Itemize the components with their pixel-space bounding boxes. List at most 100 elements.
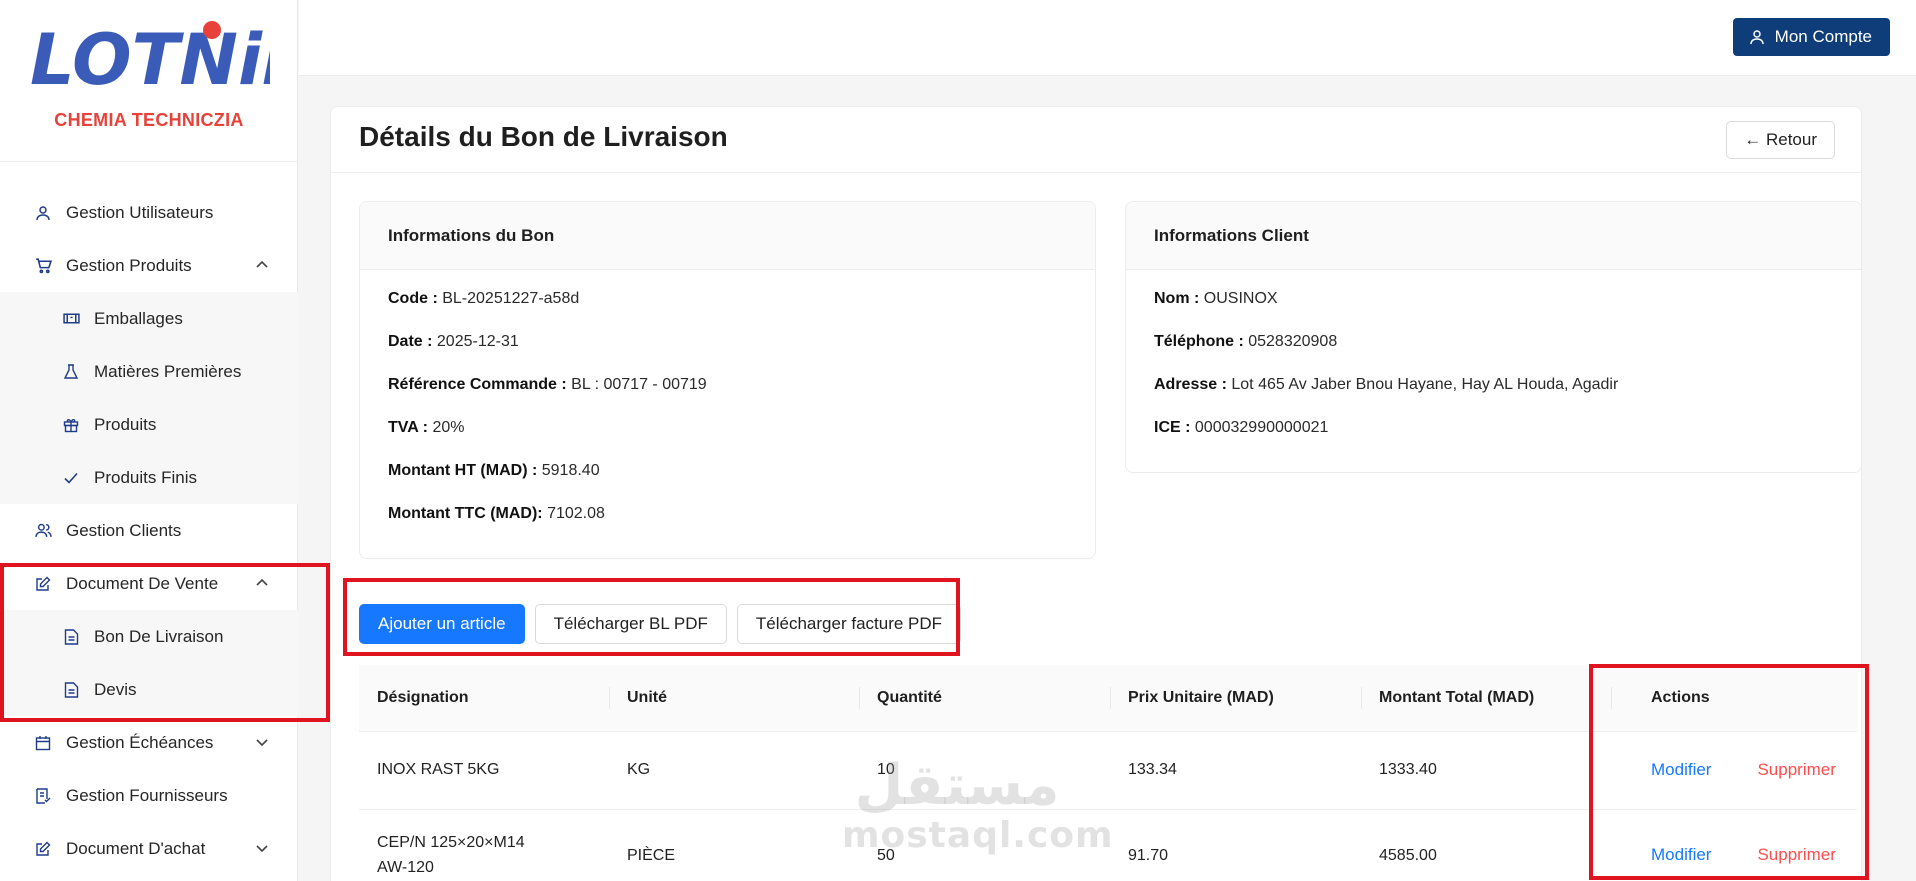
cell-quantite: 10 bbox=[859, 731, 1110, 810]
cart-icon bbox=[34, 257, 52, 275]
bon-info-heading: Informations du Bon bbox=[360, 202, 1095, 270]
brand-area: LOTNiK CHEMIA TECHNICZIA bbox=[0, 0, 297, 162]
sidebar-item-label: Produits Finis bbox=[94, 467, 197, 487]
account-button[interactable]: Mon Compte bbox=[1732, 18, 1890, 56]
cell-unite: PIÈCE bbox=[609, 809, 859, 881]
modify-link[interactable]: Modifier bbox=[1651, 842, 1711, 867]
details-card: Détails du Bon de Livraison ← Retour Inf… bbox=[330, 106, 1862, 881]
document-actions: Ajouter un article Télécharger BL PDF Té… bbox=[359, 604, 962, 644]
sidebar-item-produits[interactable]: Produits bbox=[0, 398, 298, 451]
back-button[interactable]: ← Retour bbox=[1726, 121, 1835, 159]
sidebar-item-bon-de-livraison[interactable]: Bon De Livraison bbox=[0, 610, 298, 663]
sidebar-item-emballages[interactable]: Emballages bbox=[0, 292, 298, 345]
submenu-produits: Emballages Matières Premières Produits P… bbox=[0, 292, 298, 504]
sidebar-item-document-dachat[interactable]: Document D'achat bbox=[0, 822, 298, 875]
bon-date-row: Date : 2025-12-31 bbox=[388, 333, 519, 350]
bon-info-panel: Informations du Bon Code : BL-20251227-a… bbox=[359, 201, 1096, 559]
bon-tva-row: TVA : 20% bbox=[388, 419, 465, 436]
add-article-button[interactable]: Ajouter un article bbox=[359, 604, 525, 644]
sidebar-item-label: Gestion Échéances bbox=[66, 732, 214, 752]
svg-text:LOTNiK: LOTNiK bbox=[30, 19, 270, 98]
edit-icon bbox=[34, 575, 52, 593]
page-title: Détails du Bon de Livraison bbox=[359, 121, 728, 152]
check-icon bbox=[62, 469, 80, 487]
sidebar-item-label: Document De Vente bbox=[66, 573, 219, 593]
edit-icon bbox=[34, 840, 52, 858]
table-header-row: Désignation Unité Quantité Prix Unitaire… bbox=[359, 665, 1857, 732]
cell-designation: CEP/N 125×20×M14 AW-120 bbox=[359, 809, 609, 881]
cell-prix-unitaire: 133.34 bbox=[1110, 731, 1361, 810]
file-icon bbox=[62, 681, 80, 699]
sidebar-item-label: Matières Premières bbox=[94, 361, 242, 381]
sidebar-item-label: Gestion Fournisseurs bbox=[66, 785, 228, 805]
package-icon bbox=[62, 310, 80, 328]
table-row: CEP/N 125×20×M14 AW-120 PIÈCE 50 91.70 45… bbox=[359, 809, 1857, 881]
column-header[interactable]: Quantité bbox=[859, 665, 1110, 732]
client-nom-row: Nom : OUSINOX bbox=[1154, 290, 1278, 307]
calendar-icon bbox=[34, 734, 52, 752]
column-header[interactable]: Montant Total (MAD) bbox=[1361, 665, 1611, 732]
column-header[interactable]: Désignation bbox=[359, 665, 609, 732]
sidebar-item-label: Gestion Utilisateurs bbox=[66, 202, 214, 222]
chevron-down-icon bbox=[256, 739, 268, 747]
sidebar-item-devis[interactable]: Devis bbox=[0, 663, 298, 716]
sidebar-item-label: Devis bbox=[94, 679, 137, 699]
user-icon bbox=[1749, 30, 1764, 45]
bon-montant-ttc-row: Montant TTC (MAD): 7102.08 bbox=[388, 505, 605, 522]
brand-logo[interactable]: LOTNiK bbox=[30, 14, 270, 98]
bon-reference-row: Référence Commande : BL : 00717 - 00719 bbox=[388, 376, 707, 393]
delete-link[interactable]: Supprimer bbox=[1757, 760, 1835, 780]
sidebar-item-label: Produits bbox=[94, 414, 157, 434]
sidebar-item-document-de-vente[interactable]: Document De Vente bbox=[0, 557, 298, 610]
cell-montant-total: 4585.00 bbox=[1361, 809, 1611, 881]
sidebar-item-label: Gestion Produits bbox=[66, 255, 192, 275]
sidebar-item-gestion-clients[interactable]: Gestion Clients bbox=[0, 504, 298, 557]
column-header: Actions bbox=[1611, 665, 1857, 732]
cell-actions: Modifier Supprimer bbox=[1611, 809, 1857, 881]
sidebar-item-gestion-utilisateurs[interactable]: Gestion Utilisateurs bbox=[0, 186, 298, 239]
file-icon bbox=[62, 628, 80, 646]
bon-code-row: Code : BL-20251227-a58d bbox=[388, 290, 580, 307]
column-header[interactable]: Prix Unitaire (MAD) bbox=[1110, 665, 1361, 732]
submenu-document-de-vente: Bon De Livraison Devis bbox=[0, 610, 298, 716]
user-icon bbox=[34, 204, 52, 222]
sidebar-item-label: Document D'achat bbox=[66, 838, 206, 858]
card-header: Détails du Bon de Livraison ← Retour bbox=[331, 107, 1861, 173]
sidebar-item-label: Bon De Livraison bbox=[94, 626, 224, 646]
top-header: Mon Compte bbox=[299, 0, 1916, 76]
receipt-icon bbox=[34, 787, 52, 805]
client-info-heading: Informations Client bbox=[1126, 202, 1861, 270]
chevron-up-icon bbox=[256, 260, 268, 268]
users-icon bbox=[34, 522, 52, 540]
cell-actions: Modifier Supprimer bbox=[1611, 731, 1857, 810]
chevron-up-icon bbox=[256, 578, 268, 586]
cell-montant-total: 1333.40 bbox=[1361, 731, 1611, 810]
cell-unite: KG bbox=[609, 731, 859, 810]
modify-link[interactable]: Modifier bbox=[1651, 760, 1711, 780]
cell-prix-unitaire: 91.70 bbox=[1110, 809, 1361, 881]
client-info-panel: Informations Client Nom : OUSINOX Téléph… bbox=[1125, 201, 1862, 473]
client-adresse-row: Adresse : Lot 465 Av Jaber Bnou Hayane, … bbox=[1154, 376, 1619, 393]
flask-icon bbox=[62, 363, 80, 381]
bon-montant-ht-row: Montant HT (MAD) : 5918.40 bbox=[388, 462, 600, 479]
sidebar-item-gestion-echeances[interactable]: Gestion Échéances bbox=[0, 716, 298, 769]
sidebar-item-produits-finis[interactable]: Produits Finis bbox=[0, 451, 298, 504]
sidebar-item-label: Emballages bbox=[94, 308, 183, 328]
chevron-down-icon bbox=[256, 845, 268, 853]
account-label: Mon Compte bbox=[1774, 27, 1872, 46]
download-invoice-pdf-button[interactable]: Télécharger facture PDF bbox=[736, 604, 962, 644]
sidebar-menu: Gestion Utilisateurs Gestion Produits Em… bbox=[0, 186, 298, 875]
delete-link[interactable]: Supprimer bbox=[1757, 842, 1835, 867]
download-bl-pdf-button[interactable]: Télécharger BL PDF bbox=[534, 604, 727, 644]
gift-icon bbox=[62, 416, 80, 434]
cell-designation: INOX RAST 5KG bbox=[359, 731, 609, 810]
sidebar: LOTNiK CHEMIA TECHNICZIA Gestion Utilisa… bbox=[0, 0, 298, 881]
items-table: Désignation Unité Quantité Prix Unitaire… bbox=[359, 665, 1857, 881]
sidebar-item-matieres-premieres[interactable]: Matières Premières bbox=[0, 345, 298, 398]
client-ice-row: ICE : 000032990000021 bbox=[1154, 419, 1329, 436]
client-telephone-row: Téléphone : 0528320908 bbox=[1154, 333, 1338, 350]
column-header[interactable]: Unité bbox=[609, 665, 859, 732]
sidebar-item-gestion-fournisseurs[interactable]: Gestion Fournisseurs bbox=[0, 769, 298, 822]
cell-quantite: 50 bbox=[859, 809, 1110, 881]
sidebar-item-gestion-produits[interactable]: Gestion Produits bbox=[0, 239, 298, 292]
